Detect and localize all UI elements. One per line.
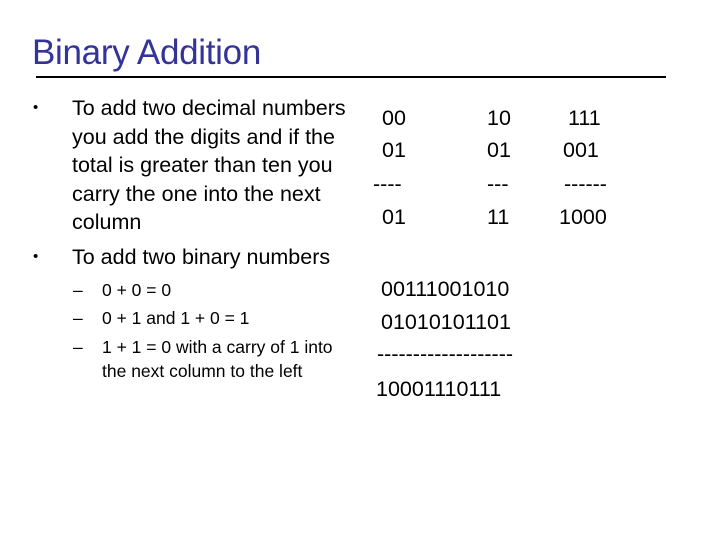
bullet-text: To add two binary numbers <box>72 244 331 269</box>
example-3-sum: 1000 <box>559 205 607 229</box>
example-1-addend-a: 00 <box>382 106 406 130</box>
long-example-addend-b: 01010101101 <box>381 310 511 334</box>
sub-bullet-list: – 0 + 0 = 0 – 0 + 1 and 1 + 0 = 1 – 1 + … <box>30 278 360 384</box>
example-1-sum: 01 <box>382 205 406 229</box>
example-2-addend-a: 10 <box>487 106 511 130</box>
bullet-text: To add two decimal numbers you add the d… <box>72 96 346 235</box>
long-example-sum: 10001110111 <box>376 377 502 401</box>
example-1-addend-b: 01 <box>382 138 406 162</box>
sub-bullet-text: 1 + 1 = 0 with a carry of 1 into the nex… <box>102 336 333 382</box>
slide-title: Binary Addition <box>32 33 261 72</box>
example-2-sum: 11 <box>487 205 510 229</box>
long-example-addend-a: 00111001010 <box>381 277 510 301</box>
sub-bullet-text: 0 + 1 and 1 + 0 = 1 <box>102 308 250 329</box>
example-2-addend-b: 01 <box>487 138 511 162</box>
example-3-addend-b: 001 <box>563 138 599 162</box>
long-example-line: ------------------- <box>377 342 514 366</box>
bullet-item: To add two binary numbers <box>30 243 360 272</box>
sub-bullet-item: – 1 + 1 = 0 with a carry of 1 into the n… <box>30 335 360 384</box>
example-2-line: --- <box>487 172 509 196</box>
dash-icon: – <box>73 308 83 329</box>
dash-icon: – <box>73 279 83 300</box>
dash-icon: – <box>73 336 83 357</box>
bullet-item: To add two decimal numbers you add the d… <box>30 94 360 237</box>
example-3-line: ------ <box>564 172 607 196</box>
title-underline <box>36 76 666 78</box>
example-3-addend-a: 111 <box>568 106 601 130</box>
sub-bullet-item: – 0 + 0 = 0 <box>30 278 360 303</box>
example-1-line: ---- <box>373 172 402 196</box>
sub-bullet-text: 0 + 0 = 0 <box>102 279 172 300</box>
bullet-list: To add two decimal numbers you add the d… <box>30 94 360 388</box>
sub-bullet-item: – 0 + 1 and 1 + 0 = 1 <box>30 306 360 331</box>
